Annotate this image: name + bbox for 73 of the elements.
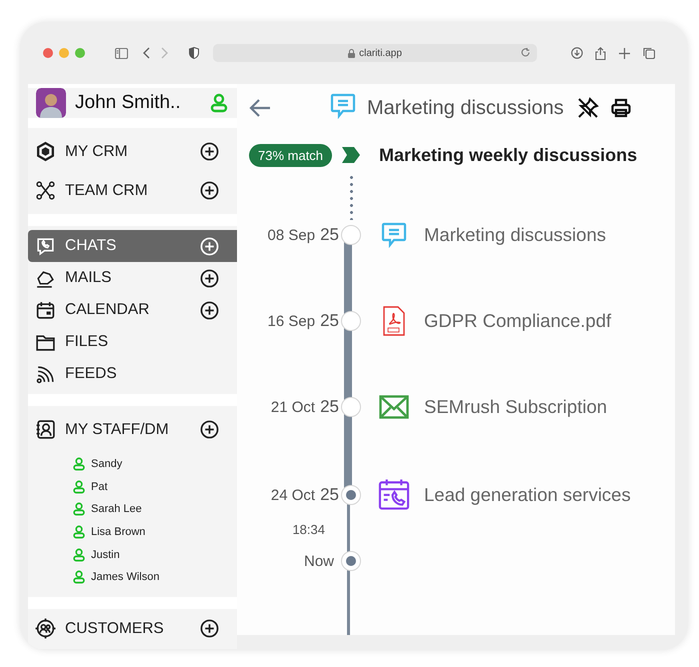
sidebar-item[interactable]: MY STAFF/DM [28, 410, 237, 449]
staff-name[interactable]: James Wilson [91, 571, 160, 584]
flag-marker-icon [342, 147, 360, 163]
event-year: 25 [320, 484, 339, 504]
event-title[interactable]: GDPR Compliance.pdf [424, 310, 612, 332]
customers-icon [35, 618, 56, 640]
event-date: 16 Sep [268, 313, 316, 330]
person-icon [72, 502, 86, 516]
add-icon[interactable] [200, 181, 219, 200]
network-icon [35, 180, 56, 201]
sidebar-item[interactable]: TEAM CRM [28, 171, 237, 210]
chat-phone-icon [35, 236, 56, 256]
sidebar-item[interactable]: MY CRM [28, 132, 237, 171]
chat-icon [329, 92, 357, 120]
share-icon[interactable] [595, 46, 606, 60]
user-name: John Smith.. [75, 92, 182, 114]
sidebar-item[interactable]: FEEDS [28, 358, 237, 390]
match-badge: 73% match [249, 144, 332, 166]
event-year: 25 [320, 311, 339, 331]
event-year: 25 [320, 397, 339, 417]
sidebar-item[interactable]: MAILS [28, 262, 237, 294]
back-icon[interactable] [142, 47, 150, 59]
back-arrow-icon[interactable] [249, 98, 271, 118]
close-window-button[interactable] [43, 48, 53, 58]
event-time: 18:34 [292, 522, 325, 536]
staff-name[interactable]: Justin [91, 548, 120, 561]
tabs-overview-icon[interactable] [643, 47, 655, 59]
event-year: 25 [320, 225, 339, 245]
sidebar-toggle-icon[interactable] [115, 48, 128, 58]
person-icon [72, 457, 86, 472]
conversation-title: Marketing discussions [367, 96, 564, 120]
download-icon[interactable] [571, 47, 583, 59]
event-date: 21 Oct [270, 399, 316, 416]
staff-name[interactable]: Pat [91, 480, 108, 493]
staff-name[interactable]: Sarah Lee [91, 503, 142, 516]
print-icon[interactable] [610, 98, 631, 118]
event-date: 08 Sep [268, 227, 316, 244]
envelope-icon [379, 395, 409, 419]
add-icon[interactable] [200, 619, 219, 638]
add-icon[interactable] [200, 142, 219, 161]
unpin-icon[interactable] [576, 97, 599, 119]
contact-card-icon [35, 419, 56, 440]
person-icon [72, 525, 86, 540]
event-title[interactable]: Lead generation services [424, 484, 631, 506]
now-label: Now [304, 552, 334, 570]
shield-icon[interactable] [189, 47, 199, 59]
event-title[interactable]: Marketing discussions [424, 224, 606, 246]
sidebar-item[interactable]: CALENDAR [28, 294, 237, 326]
calendar-icon [35, 300, 56, 320]
event-date: 24 Oct [270, 486, 316, 504]
add-icon[interactable] [200, 268, 219, 288]
staff-name[interactable]: Sandy [91, 458, 122, 470]
address-bar[interactable]: clariti.app [213, 44, 537, 62]
lock-icon [348, 48, 356, 58]
event-title[interactable]: SEMrush Subscription [424, 396, 608, 418]
person-icon [72, 480, 86, 494]
sidebar-item[interactable]: CHATS [28, 230, 237, 262]
person-icon [72, 570, 86, 584]
person-icon [72, 548, 86, 562]
hexagon-icon [35, 141, 56, 162]
rss-icon [35, 364, 56, 384]
dotted-connector [350, 174, 352, 220]
reload-icon[interactable] [520, 47, 531, 58]
new-tab-icon[interactable] [619, 48, 630, 58]
staff-name[interactable]: Lisa Brown [91, 526, 146, 538]
add-icon[interactable] [200, 300, 219, 320]
pdf-file-icon [382, 306, 406, 336]
timeline-heading: Marketing weekly discussions [379, 144, 638, 166]
add-icon[interactable] [200, 420, 219, 439]
calendar-phone-icon [378, 478, 410, 511]
user-avatar [36, 88, 66, 118]
chat-icon [380, 221, 408, 249]
sidebar-item[interactable]: FILES [28, 326, 237, 358]
